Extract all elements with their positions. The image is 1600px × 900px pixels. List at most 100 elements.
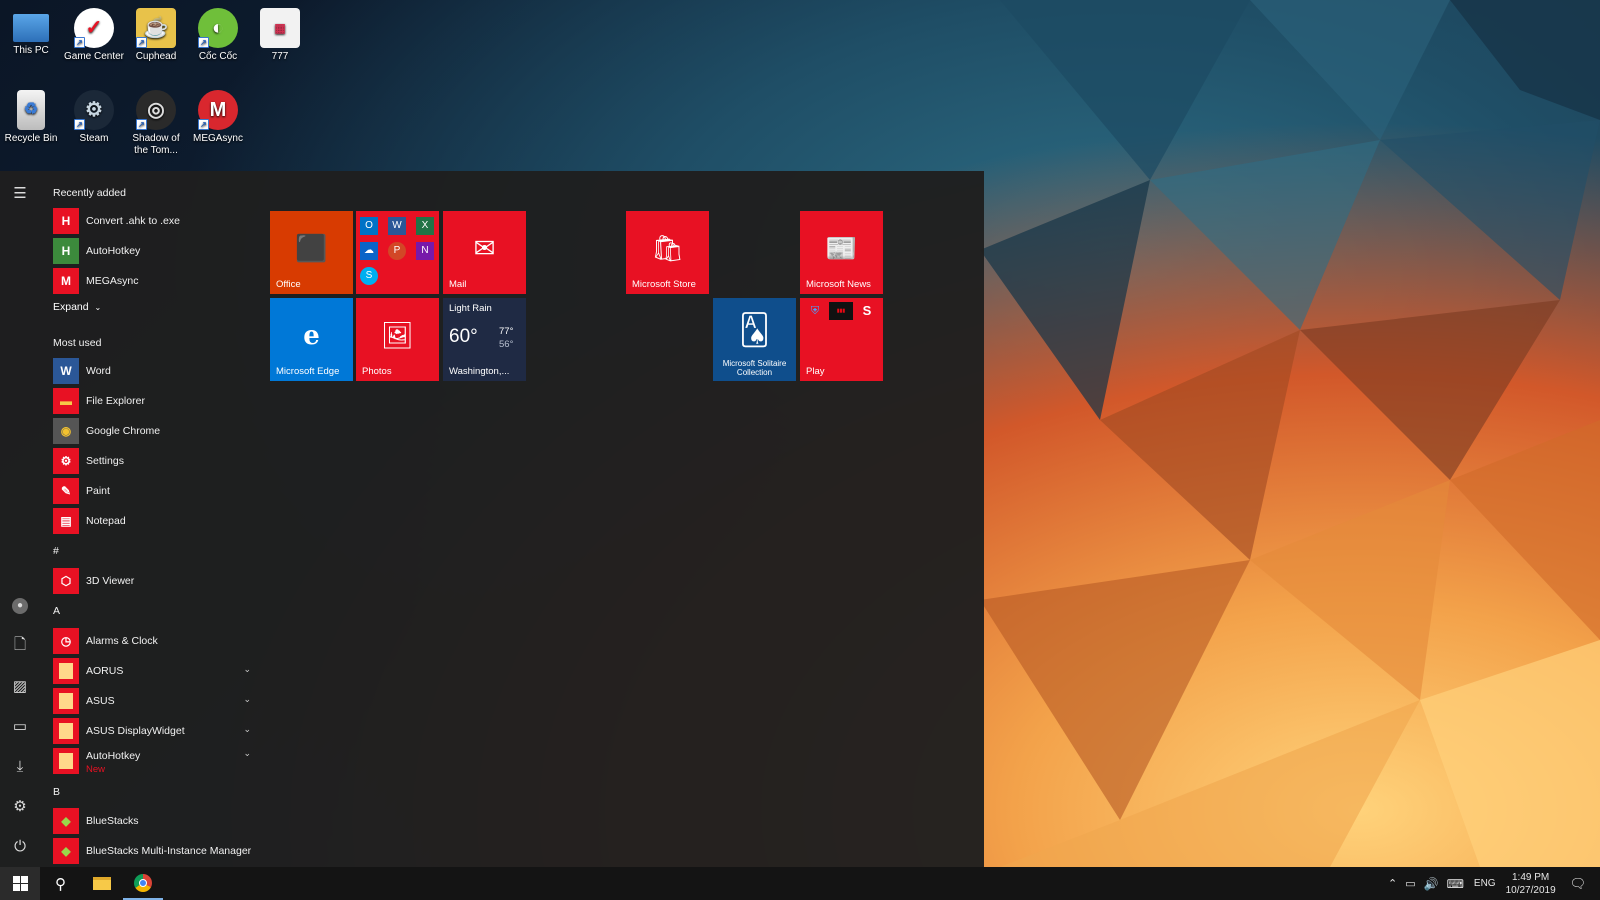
search-button[interactable]: ⚲ (40, 867, 80, 900)
expand-label: Expand (53, 301, 89, 313)
app-notepad[interactable]: ▤ Notepad (53, 508, 251, 534)
download-icon: ⤓ (16, 757, 24, 775)
action-center-icon[interactable]: 🗨 (1570, 876, 1587, 892)
netflix-icon: ▮▮▮ (829, 302, 853, 320)
megasync-icon: M ↗ (198, 90, 238, 130)
folder-icon: ▬ (53, 388, 79, 414)
desktop-icon-this-pc[interactable]: This PC (0, 8, 62, 57)
app-3d-viewer[interactable]: ⬡ 3D Viewer (53, 568, 251, 594)
chevron-down-icon: ⌄ (243, 748, 251, 758)
expand-button[interactable]: Expand ⌄ (53, 301, 101, 313)
shortcut-arrow-icon: ↗ (74, 119, 85, 130)
desktop-icon-shadow-of-the-tomb-raider[interactable]: ◎ ↗ Shadow of the Tom... (125, 90, 187, 157)
monitor-icon (13, 14, 49, 42)
touch-keyboard-icon[interactable]: ⌨ (1447, 877, 1464, 891)
tile-solitaire[interactable]: 🂡 Microsoft Solitaire Collection (713, 298, 796, 381)
folder-icon (53, 748, 79, 774)
folder-aorus[interactable]: AORUS ⌄ (53, 658, 251, 684)
folder-autohotkey[interactable]: AutoHotkey New ⌄ (53, 748, 251, 775)
desktop-icon-label: Recycle Bin (4, 133, 58, 144)
folder-icon (53, 658, 79, 684)
desktop-icon-coc-coc[interactable]: ◐ ↗ Cốc Cốc (187, 8, 249, 63)
tile-microsoft-store[interactable]: 🛍 Microsoft Store (626, 211, 709, 294)
desktop-icon-recycle-bin[interactable]: ♻ Recycle Bin (0, 90, 62, 145)
recently-added-heading: Recently added (53, 187, 126, 199)
app-bluestacks[interactable]: ◆ BlueStacks (53, 808, 251, 834)
taskbar-chrome[interactable] (123, 867, 163, 900)
app-paint[interactable]: ✎ Paint (53, 478, 251, 504)
app-google-chrome[interactable]: ◉ Google Chrome (53, 418, 251, 444)
app-list: Recently added H Convert .ahk to .exe H … (40, 171, 260, 867)
show-hidden-icons-button[interactable]: ⌃ (1388, 877, 1397, 890)
desktop-icon-label: Game Center (63, 51, 125, 62)
pictures-button[interactable]: ▨ (0, 668, 40, 704)
letter-header-a[interactable]: A (53, 605, 60, 617)
settings-button[interactable]: ⚙ (0, 788, 40, 824)
folder-asus-displaywidget[interactable]: ASUS DisplayWidget ⌄ (53, 718, 251, 744)
desktop-icon-label: Shadow of the Tom... (132, 133, 180, 156)
tile-office[interactable]: ⬛ Office (270, 211, 353, 294)
documents-button[interactable]: 🗋 (0, 628, 40, 664)
folder-asus[interactable]: ASUS ⌄ (53, 688, 251, 714)
start-button[interactable] (0, 867, 40, 900)
skype-icon: S (360, 267, 378, 285)
desktop-icon-game-center[interactable]: ✓ ↗ Game Center (63, 8, 125, 63)
word-icon: W (388, 217, 406, 235)
tile-microsoft-edge[interactable]: e Microsoft Edge (270, 298, 353, 381)
playing-cards-icon: 🂡 (739, 314, 770, 347)
shortcut-arrow-icon: ↗ (198, 37, 209, 48)
volume-icon[interactable]: 🔊 (1424, 877, 1439, 891)
letter-header-hash[interactable]: # (53, 545, 59, 557)
app-settings[interactable]: ⚙ Settings (53, 448, 251, 474)
app-file-explorer[interactable]: ▬ File Explorer (53, 388, 251, 414)
weather-temp: 60° (449, 326, 478, 347)
picture-icon: ▨ (12, 678, 28, 695)
chevron-down-icon: ⌄ (94, 303, 102, 312)
taskbar-file-explorer[interactable] (82, 867, 122, 900)
app-convert-ahk[interactable]: H Convert .ahk to .exe (53, 208, 251, 234)
network-icon[interactable]: ▭ (1405, 877, 1415, 890)
videos-button[interactable]: ▭ (0, 708, 40, 744)
app-autohotkey-recent[interactable]: H AutoHotkey (53, 238, 251, 264)
taskbar: ⚲ ⌃ ▭ 🔊 ⌨ ENG 1:49 PM 10/27/2019 🗨 (0, 867, 1600, 900)
bluestacks-icon: ◆ (53, 808, 79, 834)
app-label: Google Chrome (86, 425, 161, 437)
chrome-icon (134, 873, 152, 892)
letter-header-b[interactable]: B (53, 786, 60, 798)
tile-label: Microsoft Solitaire Collection (722, 359, 787, 377)
tile-label: Photos (362, 366, 392, 377)
app-word[interactable]: W Word (53, 358, 251, 384)
desktop-icon-777[interactable]: ▦ 777 (249, 8, 311, 63)
tile-label: Office (276, 279, 301, 290)
desktop-icon-steam[interactable]: ⚙ ↗ Steam (63, 90, 125, 145)
account-button[interactable]: ● (0, 588, 40, 624)
clock[interactable]: 1:49 PM 10/27/2019 (1506, 871, 1556, 897)
app-bluestacks-multi-instance[interactable]: ◆ BlueStacks Multi-Instance Manager (53, 838, 251, 864)
app-alarms-clock[interactable]: ◷ Alarms & Clock (53, 628, 251, 654)
tile-microsoft-news[interactable]: 📰 Microsoft News (800, 211, 883, 294)
desktop-icon-label: Cuphead (135, 51, 177, 62)
notepad-icon: ▤ (53, 508, 79, 534)
power-button[interactable]: ⏻ (0, 828, 40, 864)
office-icon: ⬛ (295, 233, 328, 263)
tile-office-apps-group[interactable]: O W X ☁ P N S (356, 211, 439, 294)
tile-play-group[interactable]: ⛨ ▮▮▮ S Play (800, 298, 883, 381)
weather-condition: Light Rain (449, 303, 492, 314)
tile-photos[interactable]: 🖼 Photos (356, 298, 439, 381)
app-megasync[interactable]: M MEGAsync (53, 268, 251, 294)
hamburger-menu-button[interactable]: ☰ (0, 175, 40, 211)
powerpoint-icon: P (388, 242, 406, 260)
desktop-icon-label: Steam (79, 133, 109, 144)
desktop-icon-megasync[interactable]: M ↗ MEGAsync (187, 90, 249, 145)
news-icon: 📰 (825, 233, 858, 263)
language-indicator[interactable]: ENG (1474, 878, 1496, 889)
hamburger-icon: ☰ (13, 185, 27, 202)
tile-mail[interactable]: ✉ Mail (443, 211, 526, 294)
downloads-button[interactable]: ⤓ (0, 748, 40, 784)
folder-icon (53, 688, 79, 714)
system-tray: ⌃ ▭ 🔊 ⌨ ENG 1:49 PM 10/27/2019 🗨 (1388, 867, 1586, 900)
app-label: 3D Viewer (86, 575, 135, 587)
tile-weather[interactable]: Light Rain 60° 77° 56° Washington,... (443, 298, 526, 381)
chevron-down-icon: ⌄ (243, 694, 251, 704)
desktop-icon-cuphead[interactable]: ☕ ↗ Cuphead (125, 8, 187, 63)
